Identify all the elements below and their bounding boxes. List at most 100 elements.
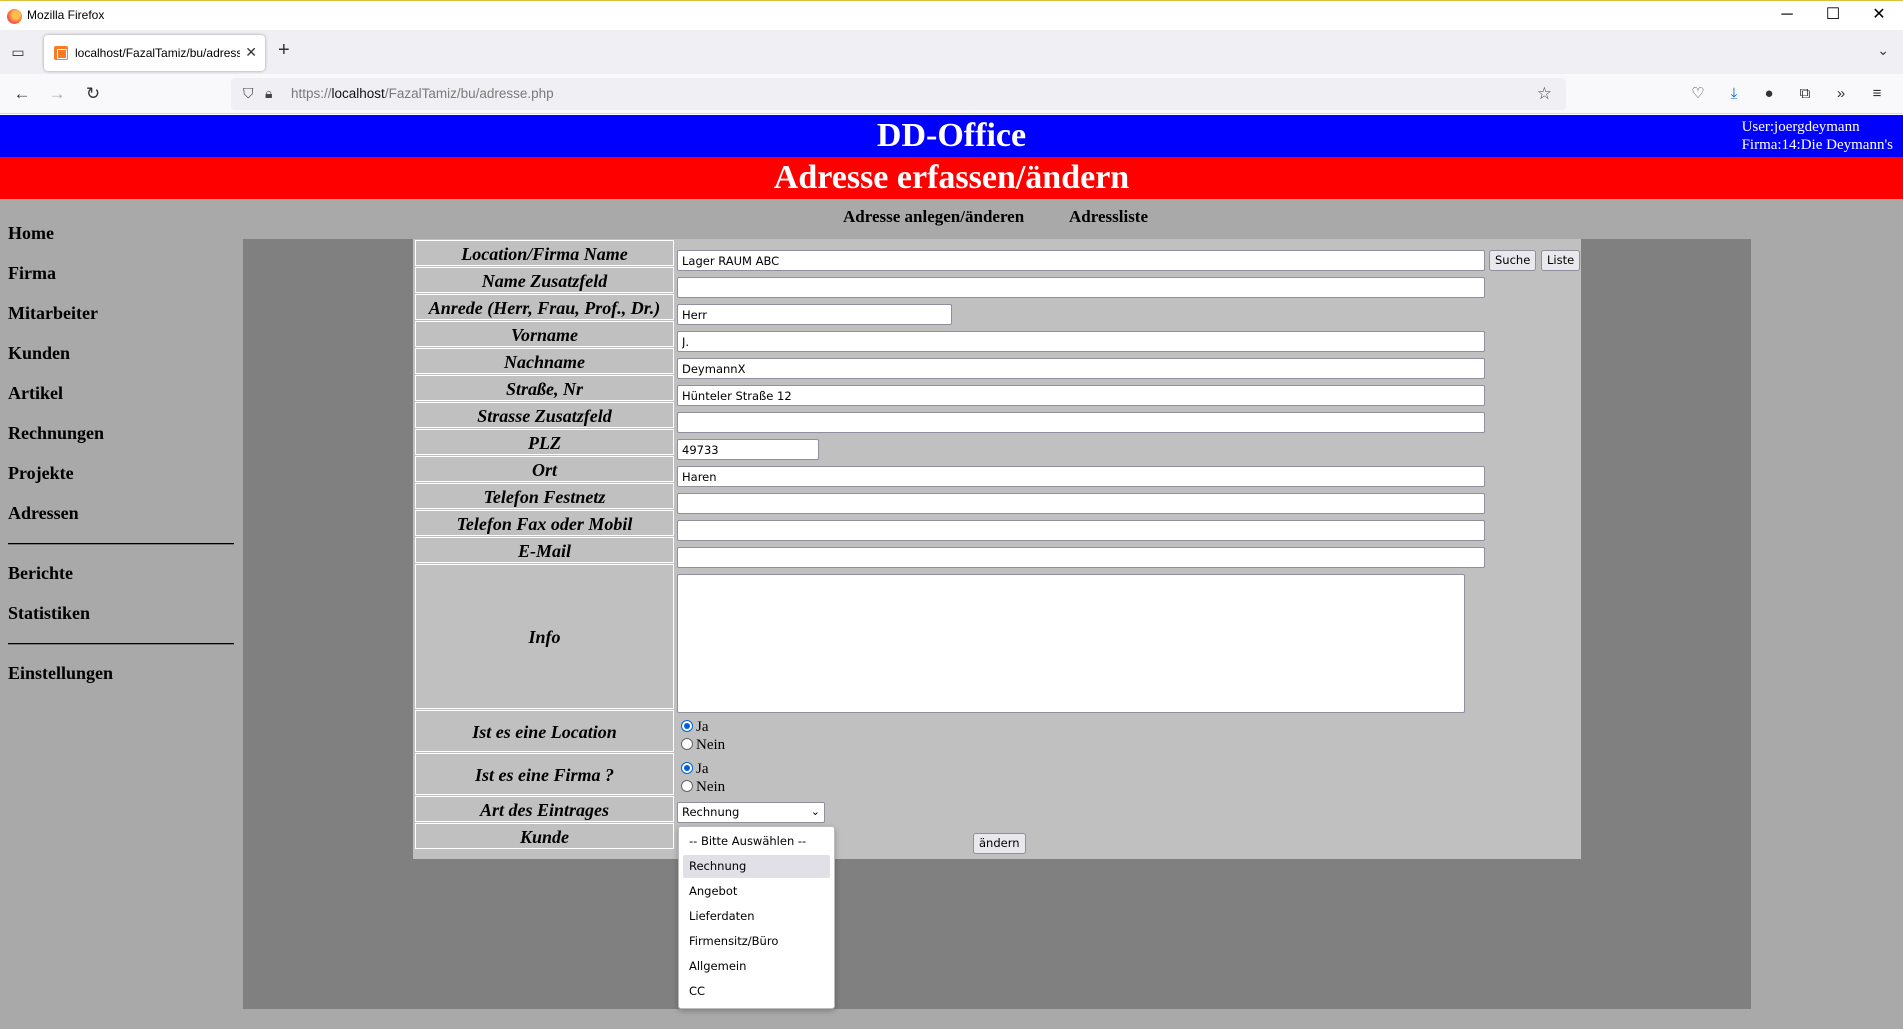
navigation-toolbar: ← → ↻ ⛉ 🔒︎ https://localhost/FazalTamiz/… bbox=[0, 74, 1903, 114]
minimize-button[interactable]: ─ bbox=[1764, 1, 1810, 31]
email-input[interactable] bbox=[677, 547, 1485, 568]
company-no-option[interactable]: Nein bbox=[681, 779, 725, 796]
app-title: DD-Office bbox=[876, 117, 1027, 154]
tab-close-icon[interactable]: ✕ bbox=[245, 44, 257, 61]
label-fax: Telefon Fax oder Mobil bbox=[415, 510, 674, 536]
entry-type-dropdown: -- Bitte Auswählen -- Rechnung Angebot L… bbox=[678, 826, 835, 1009]
label-phone: Telefon Festnetz bbox=[415, 483, 674, 509]
page-title: Adresse erfassen/ändern bbox=[0, 157, 1903, 199]
reload-icon[interactable]: ↻ bbox=[80, 82, 106, 106]
user-name: User:joergdeymann bbox=[1741, 119, 1860, 135]
subnav-list-link[interactable]: Adressliste bbox=[1069, 207, 1148, 227]
url-text[interactable]: https://localhost/FazalTamiz/bu/adresse.… bbox=[291, 86, 554, 101]
sidebar-item-adressen[interactable]: Adressen bbox=[8, 503, 79, 524]
label-is-location: Ist es eine Location bbox=[415, 710, 674, 752]
sidebar-item-mitarbeiter[interactable]: Mitarbeiter bbox=[8, 303, 98, 324]
salutation-input[interactable] bbox=[677, 304, 952, 325]
firstname-input[interactable] bbox=[677, 331, 1485, 352]
chevron-down-icon: ⌄ bbox=[810, 805, 820, 818]
radio-checked-icon[interactable] bbox=[681, 762, 693, 774]
url-bar[interactable]: ⛉ 🔒︎ https://localhost/FazalTamiz/bu/adr… bbox=[231, 78, 1566, 110]
company-name: Firma:14:Die Deymann's bbox=[1741, 137, 1893, 153]
sidebar-item-berichte[interactable]: Berichte bbox=[8, 563, 73, 584]
sidebar-item-artikel[interactable]: Artikel bbox=[8, 383, 63, 404]
sidebar-item-statistiken[interactable]: Statistiken bbox=[8, 603, 90, 624]
zip-input[interactable] bbox=[677, 439, 819, 460]
close-window-button[interactable]: ✕ bbox=[1856, 1, 1902, 31]
label-lastname: Nachname bbox=[415, 348, 674, 374]
tab-active[interactable]: localhost/FazalTamiz/bu/adresse.php ✕ bbox=[44, 35, 265, 71]
list-button[interactable]: Liste bbox=[1541, 250, 1581, 271]
subnav-create-link[interactable]: Adresse anlegen/änderen bbox=[843, 207, 1024, 227]
submit-button[interactable]: ändern bbox=[973, 833, 1026, 854]
sidebar-item-rechnungen[interactable]: Rechnungen bbox=[8, 423, 104, 444]
label-street-extra: Strasse Zusatzfeld bbox=[415, 402, 674, 428]
option-rechnung[interactable]: Rechnung bbox=[683, 855, 830, 878]
phone-input[interactable] bbox=[677, 493, 1485, 514]
option-cc[interactable]: CC bbox=[683, 980, 830, 1003]
info-textarea[interactable] bbox=[677, 574, 1465, 713]
label-street: Straße, Nr bbox=[415, 375, 674, 401]
firefox-logo-icon bbox=[7, 9, 22, 24]
tab-title: localhost/FazalTamiz/bu/adresse.php bbox=[75, 46, 240, 60]
fax-input[interactable] bbox=[677, 520, 1485, 541]
street-input[interactable] bbox=[677, 385, 1485, 406]
name-input[interactable] bbox=[677, 250, 1485, 271]
sidebar-item-einstellungen[interactable]: Einstellungen bbox=[8, 663, 113, 684]
sidebar-item-firma[interactable]: Firma bbox=[8, 263, 56, 284]
hamburger-menu-icon[interactable]: ≡ bbox=[1865, 83, 1889, 105]
radio-unchecked-icon[interactable] bbox=[681, 780, 693, 792]
label-is-company: Ist es eine Firma ? bbox=[415, 753, 674, 795]
tracking-shield-icon[interactable]: ⛉ bbox=[243, 85, 254, 102]
extensions-icon[interactable]: ⧉ bbox=[1793, 83, 1817, 105]
sidebar-divider bbox=[8, 543, 234, 545]
location-no-option[interactable]: Nein bbox=[681, 737, 725, 754]
label-name-extra: Name Zusatzfeld bbox=[415, 267, 674, 293]
user-info: User:joergdeymann Firma:14:Die Deymann's bbox=[1742, 118, 1893, 154]
maximize-button[interactable]: ☐ bbox=[1810, 1, 1856, 31]
radio-checked-icon[interactable] bbox=[681, 720, 693, 732]
name-extra-input[interactable] bbox=[677, 277, 1485, 298]
option-placeholder[interactable]: -- Bitte Auswählen -- bbox=[683, 830, 830, 853]
window-title: Mozilla Firefox bbox=[27, 8, 105, 22]
overflow-menu-icon[interactable]: » bbox=[1829, 83, 1853, 105]
label-zip: PLZ bbox=[415, 429, 674, 455]
label-city: Ort bbox=[415, 456, 674, 482]
radio-unchecked-icon[interactable] bbox=[681, 738, 693, 750]
page-content: DD-Office User:joergdeymann Firma:14:Die… bbox=[0, 115, 1903, 1029]
street-extra-input[interactable] bbox=[677, 412, 1485, 433]
tab-bar: ▭ localhost/FazalTamiz/bu/adresse.php ✕ … bbox=[0, 30, 1903, 74]
company-yes-option[interactable]: Ja bbox=[681, 761, 709, 778]
tab-list-icon[interactable]: ▭ bbox=[6, 40, 30, 64]
sidebar-item-projekte[interactable]: Projekte bbox=[8, 463, 74, 484]
sidebar-item-home[interactable]: Home bbox=[8, 223, 54, 244]
label-firstname: Vorname bbox=[415, 321, 674, 347]
option-allgemein[interactable]: Allgemein bbox=[683, 955, 830, 978]
app-header: DD-Office User:joergdeymann Firma:14:Die… bbox=[0, 115, 1903, 157]
option-firmensitz[interactable]: Firmensitz/Büro bbox=[683, 930, 830, 953]
entry-type-select[interactable]: Rechnung ⌄ bbox=[677, 802, 825, 823]
bookmark-star-icon[interactable]: ☆ bbox=[1537, 84, 1552, 104]
form-area: Location/Firma Name Name Zusatzfeld Anre… bbox=[243, 239, 1751, 1009]
sidebar-divider bbox=[8, 643, 234, 645]
lock-icon[interactable]: 🔒︎ bbox=[265, 85, 272, 102]
forward-icon[interactable]: → bbox=[44, 82, 70, 106]
downloads-icon[interactable]: ⤓ bbox=[1722, 83, 1746, 105]
xampp-favicon-icon bbox=[54, 46, 68, 60]
location-yes-option[interactable]: Ja bbox=[681, 719, 709, 736]
lastname-input[interactable] bbox=[677, 358, 1485, 379]
label-entry-type: Art des Eintrages bbox=[415, 796, 674, 822]
option-lieferdaten[interactable]: Lieferdaten bbox=[683, 905, 830, 928]
back-icon[interactable]: ← bbox=[9, 82, 35, 106]
sidebar-item-kunden[interactable]: Kunden bbox=[8, 343, 70, 364]
list-all-tabs-icon[interactable]: ⌄ bbox=[1877, 42, 1889, 59]
city-input[interactable] bbox=[677, 466, 1485, 487]
label-name: Location/Firma Name bbox=[415, 240, 674, 266]
account-icon[interactable]: ● bbox=[1757, 83, 1781, 105]
search-button[interactable]: Suche bbox=[1489, 250, 1537, 271]
label-customer: Kunde bbox=[415, 823, 674, 849]
new-tab-button[interactable]: + bbox=[278, 40, 290, 60]
option-angebot[interactable]: Angebot bbox=[683, 880, 830, 903]
pocket-icon[interactable]: ♡ bbox=[1686, 83, 1710, 105]
label-email: E-Mail bbox=[415, 537, 674, 563]
